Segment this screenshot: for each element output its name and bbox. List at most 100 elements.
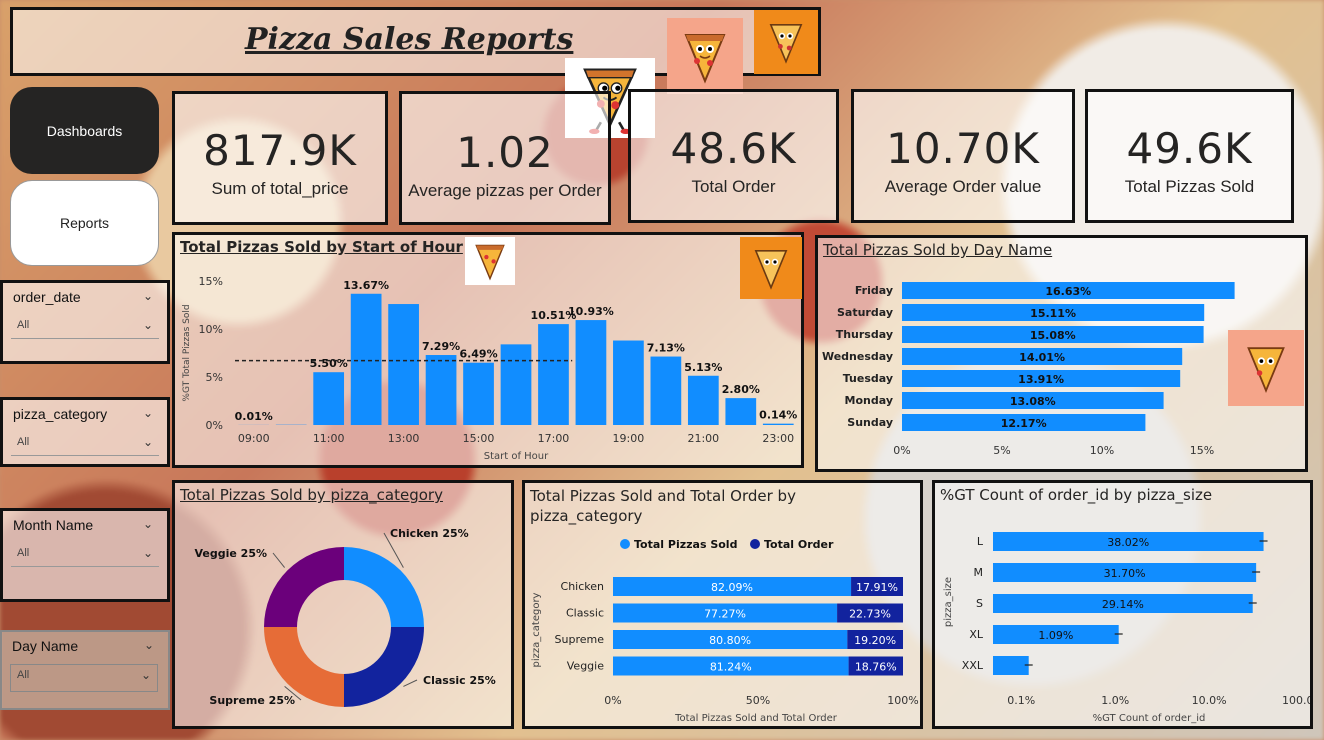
data-label: 77.27% bbox=[704, 608, 746, 621]
chevron-down-icon[interactable]: ⌄ bbox=[143, 517, 153, 531]
slicer-month-name[interactable]: Month Name ⌄ All ⌄ bbox=[0, 508, 170, 602]
page-title: Pizza Sales Reports bbox=[245, 22, 574, 57]
data-label: 17.91% bbox=[856, 581, 898, 594]
category-label: Chicken bbox=[561, 580, 605, 593]
slice-label: Veggie 25% bbox=[194, 547, 267, 560]
day-name-dropdown[interactable]: All ⌄ bbox=[10, 664, 158, 692]
data-label: 15.08% bbox=[1030, 329, 1076, 342]
data-label: 31.70% bbox=[1104, 567, 1146, 580]
category-label: S bbox=[976, 597, 983, 610]
data-label: 38.02% bbox=[1107, 536, 1149, 549]
kpi-label: Total Pizzas Sold bbox=[1124, 177, 1255, 196]
order-date-dropdown[interactable]: All ⌄ bbox=[11, 315, 159, 339]
bar bbox=[993, 656, 1029, 675]
dropdown-value: All bbox=[17, 319, 30, 331]
x-tick-label: 10% bbox=[1090, 444, 1114, 457]
y-axis-title: pizza_size bbox=[943, 577, 954, 627]
y-axis-title: pizza_category bbox=[531, 592, 542, 667]
data-label: 10.93% bbox=[568, 305, 614, 318]
data-label: 5.13% bbox=[684, 361, 722, 374]
kpi-avg-pizzas: 1.02 Average pizzas per Order bbox=[399, 91, 611, 225]
slicer-day-name[interactable]: Day Name ⌄ All ⌄ bbox=[0, 630, 170, 710]
y-tick-label: 15% bbox=[199, 275, 223, 288]
bar bbox=[613, 340, 644, 425]
month-name-dropdown[interactable]: All ⌄ bbox=[11, 543, 159, 567]
chevron-down-icon[interactable]: ⌄ bbox=[143, 406, 153, 420]
data-label: 6.49% bbox=[459, 348, 497, 361]
bar bbox=[463, 362, 494, 425]
y-tick-label: 0% bbox=[206, 419, 223, 432]
category-label: Classic bbox=[566, 607, 604, 620]
x-tick-label: 5% bbox=[993, 444, 1010, 457]
chevron-down-icon[interactable]: ⌄ bbox=[143, 546, 153, 560]
category-label: Monday bbox=[845, 394, 893, 407]
data-label: 13.91% bbox=[1018, 373, 1064, 386]
bar bbox=[575, 320, 607, 425]
x-tick-label: 17:00 bbox=[538, 432, 570, 445]
slicer-pizza-category[interactable]: pizza_category ⌄ All ⌄ bbox=[0, 397, 170, 467]
pizza-category-dropdown[interactable]: All ⌄ bbox=[11, 432, 159, 456]
chevron-down-icon[interactable]: ⌄ bbox=[144, 638, 154, 652]
data-label: 0.01% bbox=[235, 410, 273, 423]
chevron-down-icon[interactable]: ⌄ bbox=[143, 435, 153, 449]
data-label: 29.14% bbox=[1102, 598, 1144, 611]
kpi-total-price: 817.9K Sum of total_price bbox=[172, 91, 388, 225]
pizza-mascot-icon bbox=[667, 18, 743, 94]
bar bbox=[725, 398, 757, 425]
data-label: 22.73% bbox=[849, 608, 891, 621]
kpi-label: Average Order value bbox=[884, 177, 1042, 196]
category-label: Veggie bbox=[567, 660, 604, 673]
data-label: 81.24% bbox=[710, 661, 752, 674]
chevron-down-icon[interactable]: ⌄ bbox=[141, 668, 151, 682]
chevron-down-icon[interactable]: ⌄ bbox=[143, 289, 153, 303]
legend-marker bbox=[620, 539, 630, 549]
chevron-down-icon[interactable]: ⌄ bbox=[143, 318, 153, 332]
y-axis-title: %GT Total Pizzas Sold bbox=[182, 304, 192, 401]
x-tick-label: 23:00 bbox=[762, 432, 794, 445]
x-tick-label: 100.0% bbox=[1282, 694, 1310, 707]
chart-pizzas-by-day: Total Pizzas Sold by Day Name Friday 16.6… bbox=[815, 235, 1308, 472]
x-tick-label: 21:00 bbox=[687, 432, 719, 445]
data-label: 16.63% bbox=[1045, 285, 1091, 298]
y-tick-label: 10% bbox=[199, 323, 223, 336]
data-label: 7.29% bbox=[422, 340, 460, 353]
slicer-label: Day Name bbox=[12, 638, 79, 654]
kpi-avg-order-value: 10.70K Average Order value bbox=[851, 89, 1075, 223]
slice-label: Supreme 25% bbox=[209, 694, 295, 707]
slicer-label: Month Name bbox=[13, 517, 94, 533]
chart-sold-and-order: Total Pizzas Sold and Total Order by piz… bbox=[522, 480, 923, 729]
data-label: 14.01% bbox=[1019, 351, 1065, 364]
data-label: 19.20% bbox=[854, 634, 896, 647]
dashboards-button[interactable]: Dashboards bbox=[10, 87, 159, 174]
reports-button[interactable]: Reports bbox=[10, 180, 159, 266]
kpi-value: 48.6K bbox=[670, 124, 797, 173]
stacked-chart-svg: Total Pizzas Sold Total Order Chicken 82.09… bbox=[531, 538, 919, 724]
data-label: 15.11% bbox=[1030, 307, 1076, 320]
bar bbox=[425, 355, 457, 425]
slice-label: Classic 25% bbox=[423, 674, 496, 687]
bar bbox=[350, 293, 382, 425]
dropdown-value: All bbox=[17, 669, 30, 681]
category-label: L bbox=[977, 535, 984, 548]
x-tick-label: 1.0% bbox=[1101, 694, 1129, 707]
kpi-total-order: 48.6K Total Order bbox=[628, 89, 839, 223]
legend-label: Total Pizzas Sold bbox=[634, 538, 737, 551]
day-chart-svg: Friday 16.63% Saturday 15.11% Thursday 15.08%… bbox=[822, 282, 1235, 457]
slice-label: Chicken 25% bbox=[390, 527, 469, 540]
data-label: 13.08% bbox=[1010, 395, 1056, 408]
bar bbox=[538, 324, 569, 425]
x-tick-label: 15:00 bbox=[463, 432, 495, 445]
x-tick-label: 0% bbox=[604, 694, 621, 707]
x-tick-label: 0% bbox=[893, 444, 910, 457]
slicer-order-date[interactable]: order_date ⌄ All ⌄ bbox=[0, 280, 170, 364]
donut-slice bbox=[344, 627, 424, 707]
data-label: 80.80% bbox=[709, 634, 751, 647]
dropdown-value: All bbox=[17, 547, 30, 559]
pizza-mascot-icon bbox=[754, 10, 818, 74]
category-label: Supreme bbox=[555, 633, 605, 646]
data-label: 1.09% bbox=[1038, 629, 1073, 642]
x-axis-title: Total Pizzas Sold and Total Order bbox=[674, 713, 838, 724]
category-label: Saturday bbox=[837, 306, 893, 319]
category-label: Tuesday bbox=[843, 372, 893, 385]
kpi-label: Total Order bbox=[691, 177, 776, 196]
